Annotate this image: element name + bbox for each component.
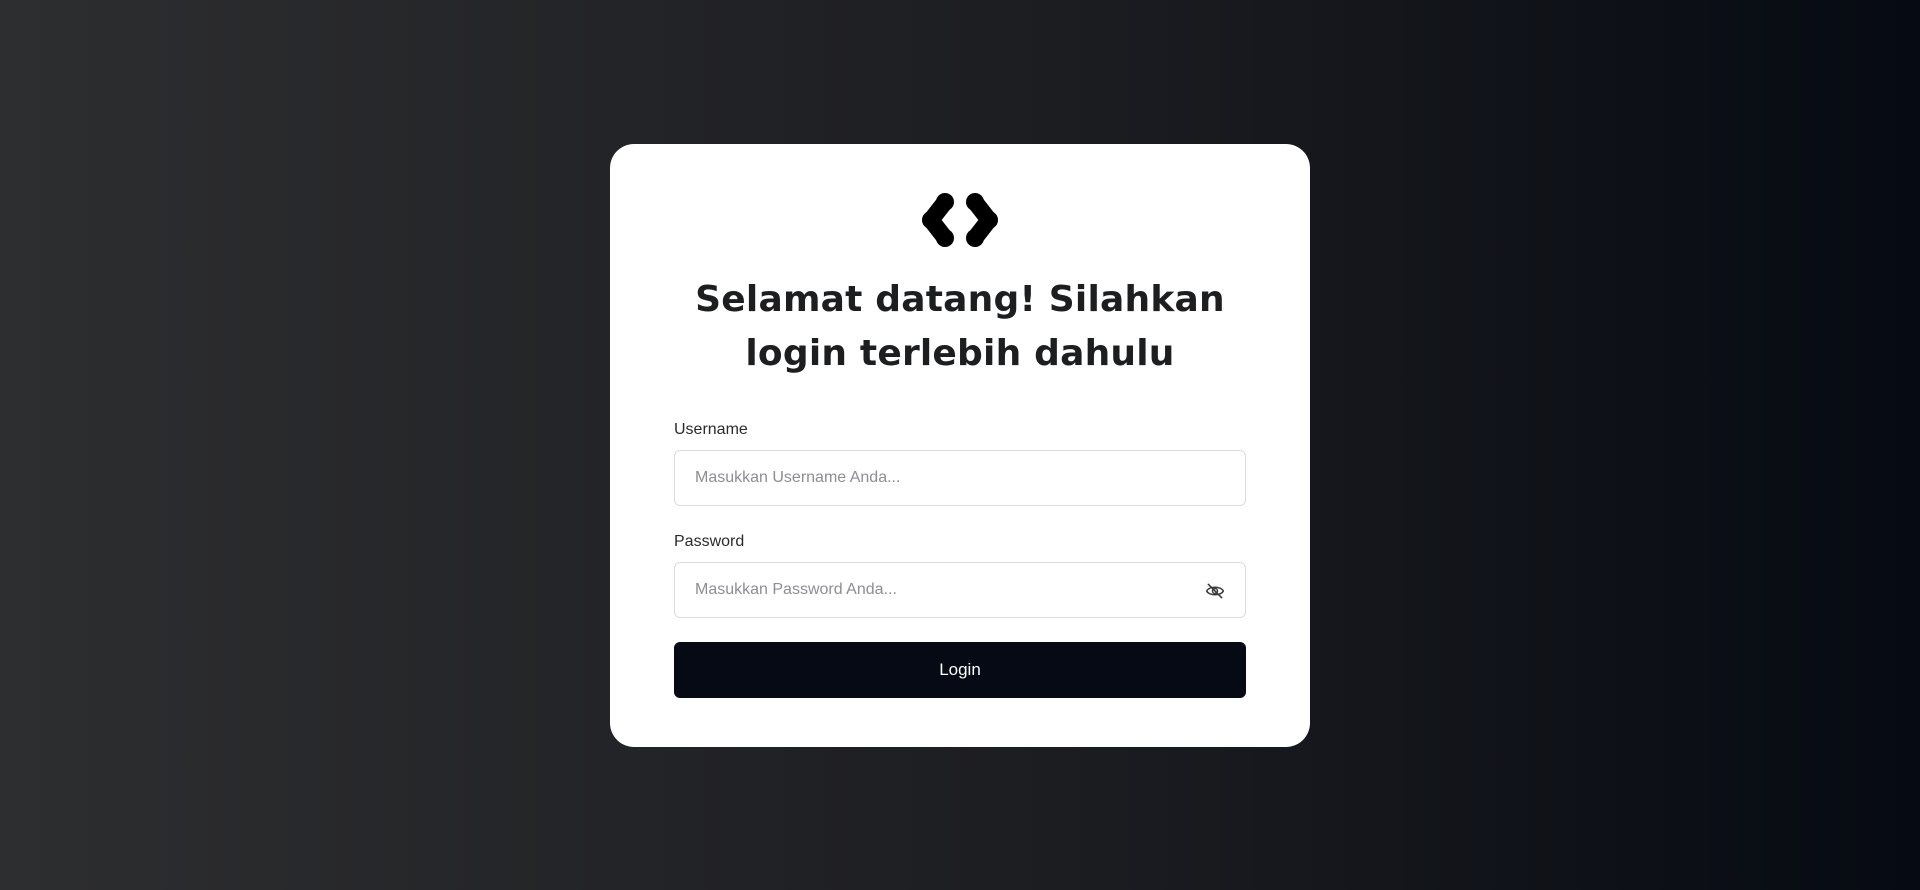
password-input[interactable] [675, 563, 1245, 617]
eye-off-icon[interactable] [1205, 581, 1225, 601]
password-label: Password [674, 533, 745, 550]
username-field-wrapper [674, 450, 1246, 506]
brand-logo-icon [921, 192, 999, 248]
login-button[interactable]: Login [674, 642, 1246, 698]
username-input[interactable] [675, 451, 1245, 505]
username-label: Username [674, 421, 748, 438]
password-field-wrapper [674, 562, 1246, 618]
page-title: Selamat datang! Silahkan login terlebih … [695, 279, 1225, 374]
login-card: Selamat datang! Silahkan login terlebih … [610, 144, 1310, 747]
